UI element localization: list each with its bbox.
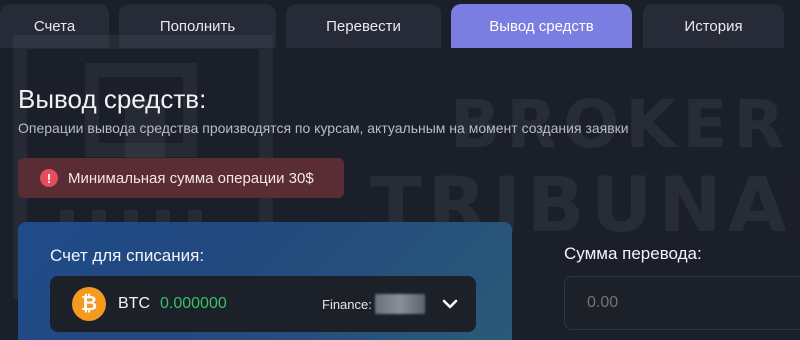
- tab-transfer[interactable]: Перевести: [286, 4, 441, 48]
- debit-account-card: Счет для списания: ₿ BTC 0.000000 Financ…: [18, 222, 512, 340]
- tab-label: Пополнить: [159, 17, 236, 35]
- tab-label: История: [684, 17, 743, 35]
- page-title: Вывод средств:: [18, 84, 207, 114]
- tab-accounts[interactable]: Счета: [0, 4, 109, 48]
- currency-code: BTC: [118, 295, 150, 312]
- finance-value-blurred: [375, 294, 425, 314]
- tab-deposit[interactable]: Пополнить: [119, 4, 276, 48]
- chevron-down-icon[interactable]: [440, 294, 460, 314]
- transfer-amount-input[interactable]: [565, 277, 800, 329]
- page-subtitle: Операции вывода средства производятся по…: [18, 120, 629, 136]
- account-balance: 0.000000: [160, 295, 227, 312]
- tab-withdrawal[interactable]: Вывод средств: [451, 4, 632, 48]
- tab-history[interactable]: История: [643, 4, 784, 48]
- bitcoin-icon: ₿: [72, 287, 106, 321]
- min-amount-alert: ! Минимальная сумма операции 30$: [18, 158, 344, 198]
- alert-icon: !: [40, 169, 58, 187]
- tab-label: Вывод средств: [489, 17, 594, 35]
- tab-label: Перевести: [326, 17, 401, 35]
- debit-account-label: Счет для списания:: [50, 246, 205, 265]
- alert-text: Минимальная сумма операции 30$: [68, 169, 314, 187]
- transfer-amount-field[interactable]: [564, 276, 800, 330]
- finance-label: Finance:: [322, 296, 372, 312]
- transfer-amount-label: Сумма перевода:: [564, 244, 702, 263]
- tab-label: Счета: [33, 17, 76, 35]
- debit-account-select[interactable]: ₿ BTC 0.000000 Finance:: [50, 276, 476, 332]
- tab-bar: Счета Пополнить Перевести Вывод средств …: [0, 0, 800, 48]
